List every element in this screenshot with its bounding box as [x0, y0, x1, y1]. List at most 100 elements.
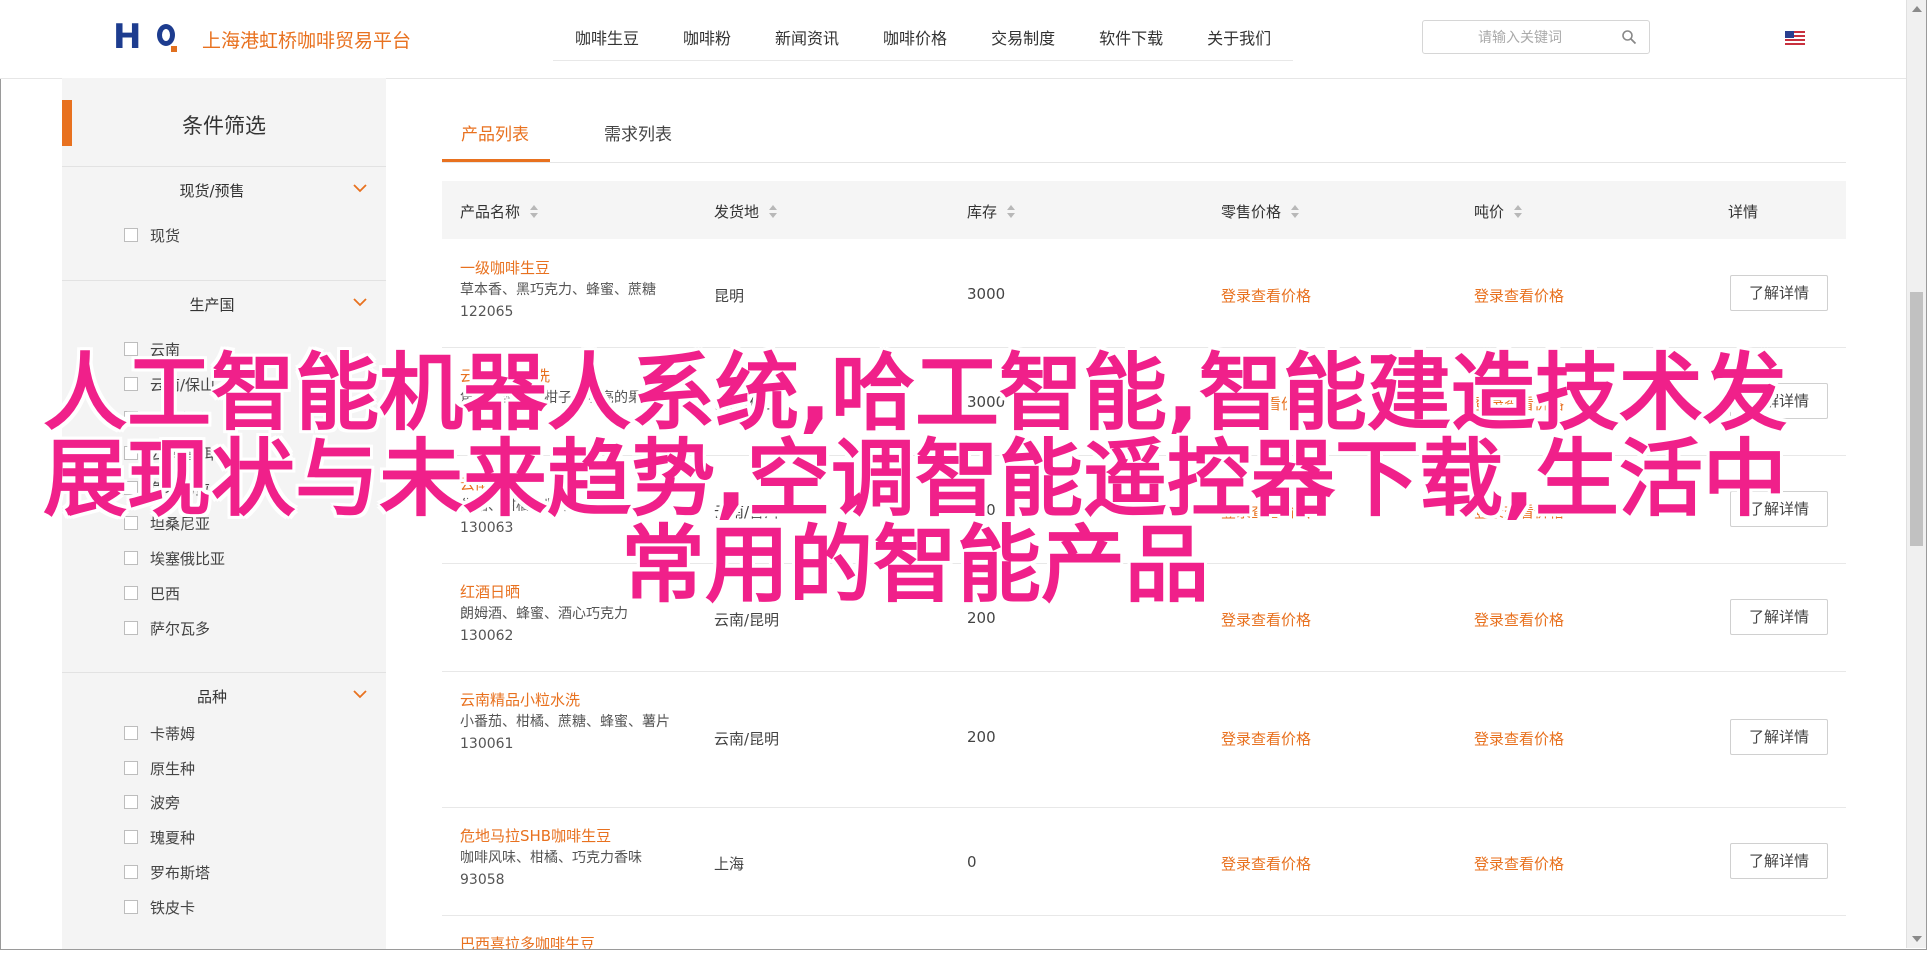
table-row: 巴西喜拉多咖啡生豆	[442, 915, 1846, 949]
column-header-retail-price[interactable]: 零售价格	[1221, 201, 1300, 222]
nav-item-green-beans[interactable]: 咖啡生豆	[553, 20, 661, 58]
filter-option[interactable]: 铁皮卡	[124, 896, 195, 918]
retail-price-link[interactable]: 登录查看价格	[1221, 728, 1311, 749]
filter-option[interactable]: 巴西	[124, 582, 180, 604]
checkbox[interactable]	[124, 795, 138, 809]
vertical-scrollbar[interactable]	[1906, 0, 1926, 948]
nav-item-news[interactable]: 新闻资讯	[753, 20, 861, 58]
product-name[interactable]: 云南咖啡	[460, 473, 680, 495]
sort-icon[interactable]	[769, 204, 778, 219]
product-name[interactable]: 云南咖啡水洗	[460, 365, 680, 387]
nav-item-trading-rules[interactable]: 交易制度	[969, 20, 1077, 58]
filter-group-origin-country: 生产国 云南 云南/保山 云南保山 云南/普洱 危地马拉 坦桑尼亚 埃塞俄比亚 …	[62, 280, 386, 673]
detail-button[interactable]: 了解详情	[1730, 599, 1828, 635]
checkbox[interactable]	[124, 446, 138, 460]
ton-price-link[interactable]: 登录查看价格	[1474, 393, 1564, 414]
nav-item-about[interactable]: 关于我们	[1185, 20, 1293, 58]
retail-price-link[interactable]: 登录查看价格	[1221, 285, 1311, 306]
detail-button[interactable]: 了解详情	[1730, 275, 1828, 311]
detail-button[interactable]: 了解详情	[1730, 383, 1828, 419]
product-info: 云南咖啡水洗 焦糖、坚果、柑子、明亮的果酸	[460, 365, 680, 409]
logo-o-icon	[157, 24, 175, 46]
column-header-origin[interactable]: 发货地	[714, 201, 778, 222]
chevron-down-icon[interactable]	[352, 182, 368, 194]
checkbox[interactable]	[124, 228, 138, 242]
detail-button[interactable]: 了解详情	[1730, 491, 1828, 527]
tab-demand-list[interactable]: 需求列表	[604, 120, 672, 145]
checkbox[interactable]	[124, 516, 138, 530]
scroll-down-arrow-icon[interactable]	[1912, 936, 1922, 942]
chevron-down-icon[interactable]	[352, 296, 368, 308]
filter-group-header[interactable]: 生产国	[62, 280, 386, 320]
search-icon[interactable]	[1621, 29, 1637, 45]
us-flag-icon[interactable]	[1785, 31, 1805, 45]
filter-option[interactable]: 原生种	[124, 757, 195, 779]
checkbox[interactable]	[124, 551, 138, 565]
filter-option[interactable]: 瑰夏种	[124, 826, 195, 848]
filter-option[interactable]: 危地马拉	[124, 477, 210, 499]
product-flavor: 焦糖、坚果、柑子、明亮的果酸	[460, 390, 656, 406]
filter-option[interactable]: 云南保山	[124, 407, 210, 429]
checkbox[interactable]	[124, 586, 138, 600]
filter-option[interactable]: 云南/保山	[124, 373, 215, 395]
scroll-up-arrow-icon[interactable]	[1912, 6, 1922, 12]
filter-option[interactable]: 卡蒂姆	[124, 722, 195, 744]
product-name[interactable]: 红酒日晒	[460, 581, 680, 603]
ton-price-link[interactable]: 登录查看价格	[1474, 609, 1564, 630]
filter-option[interactable]: 波旁	[124, 791, 180, 813]
checkbox[interactable]	[124, 761, 138, 775]
retail-price-link[interactable]: 登录查看价格	[1221, 853, 1311, 874]
checkbox[interactable]	[124, 900, 138, 914]
chevron-down-icon[interactable]	[352, 688, 368, 700]
ton-price-link[interactable]: 登录查看价格	[1474, 501, 1564, 522]
search-input[interactable]	[1433, 27, 1607, 49]
tab-product-list[interactable]: 产品列表	[461, 120, 529, 145]
sort-icon[interactable]	[1514, 204, 1523, 219]
product-info: 云南精品小粒水洗 小番茄、柑橘、蔗糖、蜂蜜、薯片 130061	[460, 689, 678, 755]
product-name[interactable]: 一级咖啡生豆	[460, 257, 680, 279]
filter-option[interactable]: 罗布斯塔	[124, 861, 210, 883]
checkbox[interactable]	[124, 726, 138, 740]
detail-button[interactable]: 了解详情	[1730, 843, 1828, 879]
table-row: 云南咖啡水洗 焦糖、坚果、柑子、明亮的果酸 云南/保山 3000 登录查看价格 …	[442, 347, 1846, 456]
product-name[interactable]: 巴西喜拉多咖啡生豆	[460, 933, 680, 949]
site-logo[interactable]: H	[113, 20, 177, 54]
retail-price-link[interactable]: 登录查看价格	[1221, 609, 1311, 630]
checkbox[interactable]	[124, 865, 138, 879]
product-code: 130061	[460, 736, 514, 752]
nav-item-downloads[interactable]: 软件下载	[1077, 20, 1185, 58]
product-name[interactable]: 云南精品小粒水洗	[460, 689, 678, 711]
sort-icon[interactable]	[1291, 204, 1300, 219]
site-title[interactable]: 上海港虹桥咖啡贸易平台	[202, 26, 411, 53]
filter-option[interactable]: 云南	[124, 338, 180, 360]
filter-option[interactable]: 萨尔瓦多	[124, 617, 210, 639]
checkbox[interactable]	[124, 830, 138, 844]
nav-item-coffee-powder[interactable]: 咖啡粉	[661, 20, 753, 58]
ton-price-link[interactable]: 登录查看价格	[1474, 285, 1564, 306]
checkbox[interactable]	[124, 481, 138, 495]
column-header-stock[interactable]: 库存	[967, 201, 1016, 222]
detail-button[interactable]: 了解详情	[1730, 719, 1828, 755]
checkbox[interactable]	[124, 377, 138, 391]
ton-price-link[interactable]: 登录查看价格	[1474, 728, 1564, 749]
filter-option[interactable]: 云南/普洱	[124, 442, 215, 464]
nav-item-prices[interactable]: 咖啡价格	[861, 20, 969, 58]
column-header-ton-price[interactable]: 吨价	[1474, 201, 1523, 222]
filter-group-header[interactable]: 品种	[62, 672, 386, 712]
filter-option[interactable]: 坦桑尼亚	[124, 512, 210, 534]
checkbox[interactable]	[124, 621, 138, 635]
sort-icon[interactable]	[530, 204, 539, 219]
sort-icon[interactable]	[1007, 204, 1016, 219]
filter-option[interactable]: 埃塞俄比亚	[124, 547, 225, 569]
ton-price-link[interactable]: 登录查看价格	[1474, 853, 1564, 874]
checkbox[interactable]	[124, 342, 138, 356]
scrollbar-thumb[interactable]	[1910, 292, 1923, 546]
retail-price-link[interactable]: 登录查看价格	[1221, 501, 1311, 522]
retail-price-link[interactable]: 登录查看价格	[1221, 393, 1311, 414]
checkbox[interactable]	[124, 411, 138, 425]
product-name[interactable]: 危地马拉SHB咖啡生豆	[460, 825, 680, 847]
filter-group-header[interactable]: 现货/预售	[62, 166, 386, 206]
filter-option[interactable]: 现货	[124, 224, 180, 246]
column-header-product[interactable]: 产品名称	[460, 201, 539, 222]
sidebar-title: 条件筛选	[182, 114, 266, 138]
